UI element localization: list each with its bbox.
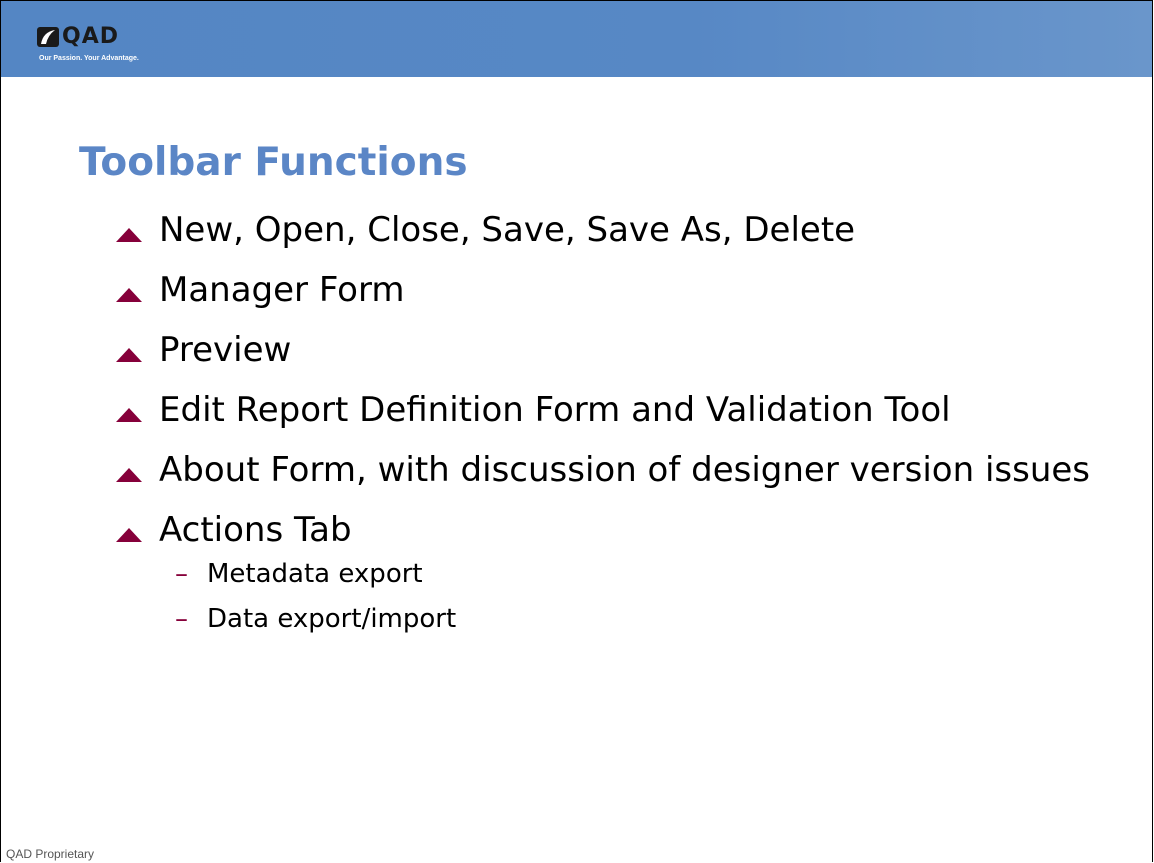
triangle-bullet-icon (116, 408, 142, 422)
sub-bullet-text: Data export/import (207, 604, 457, 634)
sub-bullet-list: – Metadata export – Data export/import (159, 558, 1116, 635)
sub-bullet-text: Metadata export (207, 559, 423, 589)
triangle-bullet-icon (116, 468, 142, 482)
triangle-bullet-icon (116, 348, 142, 362)
bullet-item: Edit Report Definition Form and Validati… (116, 390, 1116, 430)
bullet-item: Manager Form (116, 270, 1116, 310)
bullet-text: About Form, with discussion of designer … (159, 450, 1091, 490)
bullet-item: Preview (116, 330, 1116, 370)
bullet-list: New, Open, Close, Save, Save As, Delete … (116, 210, 1116, 655)
sub-bullet-item: – Data export/import (159, 603, 1116, 635)
sub-bullet-item: – Metadata export (159, 558, 1116, 590)
qad-logo: QAD Our Passion. Your Advantage. (37, 24, 177, 73)
bullet-item: Actions Tab – Metadata export – Data exp… (116, 510, 1116, 635)
triangle-bullet-icon (116, 228, 142, 242)
dash-bullet-icon: – (175, 559, 188, 589)
bullet-text: Actions Tab (159, 510, 352, 550)
bullet-item: New, Open, Close, Save, Save As, Delete (116, 210, 1116, 250)
bullet-text: Manager Form (159, 270, 405, 310)
logo-text: QAD (62, 24, 119, 49)
logo-mark-icon (37, 27, 59, 47)
bullet-text: New, Open, Close, Save, Save As, Delete (159, 210, 856, 250)
footer-text: QAD Proprietary (6, 847, 95, 861)
bullet-text: Preview (159, 330, 292, 370)
bullet-item: About Form, with discussion of designer … (116, 450, 1116, 490)
dash-bullet-icon: – (175, 604, 188, 634)
header-bar: QAD Our Passion. Your Advantage. (1, 1, 1152, 77)
slide-title: Toolbar Functions (79, 140, 468, 185)
triangle-bullet-icon (116, 528, 142, 542)
triangle-bullet-icon (116, 288, 142, 302)
logo-tagline: Our Passion. Your Advantage. (39, 55, 139, 62)
bullet-text: Edit Report Definition Form and Validati… (159, 390, 951, 430)
